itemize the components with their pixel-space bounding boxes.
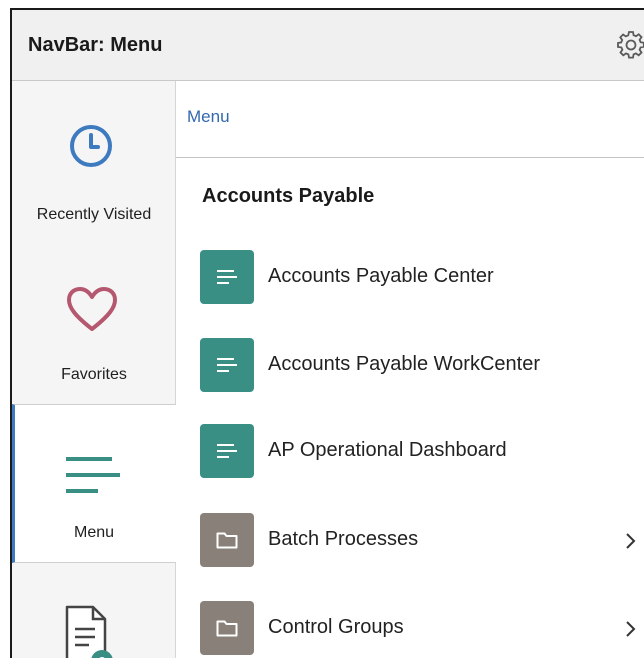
menu-item-label: Accounts Payable Center xyxy=(268,265,494,287)
sidebar-item-label: Favorites xyxy=(61,366,127,383)
gear-icon[interactable] xyxy=(616,30,644,60)
folder-icon xyxy=(200,513,254,567)
title-bar: NavBar: Menu xyxy=(12,10,644,81)
clock-icon xyxy=(70,125,112,167)
menu-content: Menu Accounts Payable Accounts Payable C… xyxy=(176,81,644,658)
menu-item-batch-processes[interactable]: Batch Processes xyxy=(176,513,644,573)
menu-item-label: Accounts Payable WorkCenter xyxy=(268,353,540,375)
menu-lines-icon xyxy=(66,457,120,493)
menu-item-label: Control Groups xyxy=(268,616,404,638)
sidebar-item-label: Menu xyxy=(73,524,115,541)
menu-item-label: Batch Processes xyxy=(268,528,419,550)
folder-icon xyxy=(200,601,254,655)
breadcrumb: Menu xyxy=(176,81,644,158)
panel-title: NavBar: Menu xyxy=(28,34,163,56)
menu-item-accounts-payable-workcenter[interactable]: Accounts Payable WorkCenter xyxy=(176,338,644,398)
page-lines-icon xyxy=(200,338,254,392)
sidebar: Recently Visited Favorites Menu xyxy=(12,81,176,658)
breadcrumb-menu-link[interactable]: Menu xyxy=(187,107,230,127)
sidebar-item-label: Recently Visited xyxy=(36,206,152,223)
chevron-right-icon xyxy=(626,533,636,549)
page-lines-icon xyxy=(200,424,254,478)
chevron-right-icon xyxy=(626,621,636,637)
menu-item-control-groups[interactable]: Control Groups xyxy=(176,601,644,658)
menu-item-ap-operational-dashboard[interactable]: AP Operational Dashboard xyxy=(176,424,644,484)
menu-item-accounts-payable-center[interactable]: Accounts Payable Center xyxy=(176,250,644,310)
sidebar-item-recently-visited[interactable]: Recently Visited xyxy=(12,81,176,241)
sidebar-item-favorites[interactable]: Favorites xyxy=(12,241,176,404)
heart-icon xyxy=(67,287,117,331)
menu-item-label: AP Operational Dashboard xyxy=(268,439,507,461)
section-title: Accounts Payable xyxy=(202,185,375,207)
navbar-panel: NavBar: Menu Recently Visited Favorites xyxy=(10,8,644,658)
document-gear-icon xyxy=(65,605,113,658)
sidebar-item-menu[interactable]: Menu xyxy=(12,404,176,563)
page-lines-icon xyxy=(200,250,254,304)
sidebar-item-document-settings[interactable] xyxy=(12,563,176,658)
